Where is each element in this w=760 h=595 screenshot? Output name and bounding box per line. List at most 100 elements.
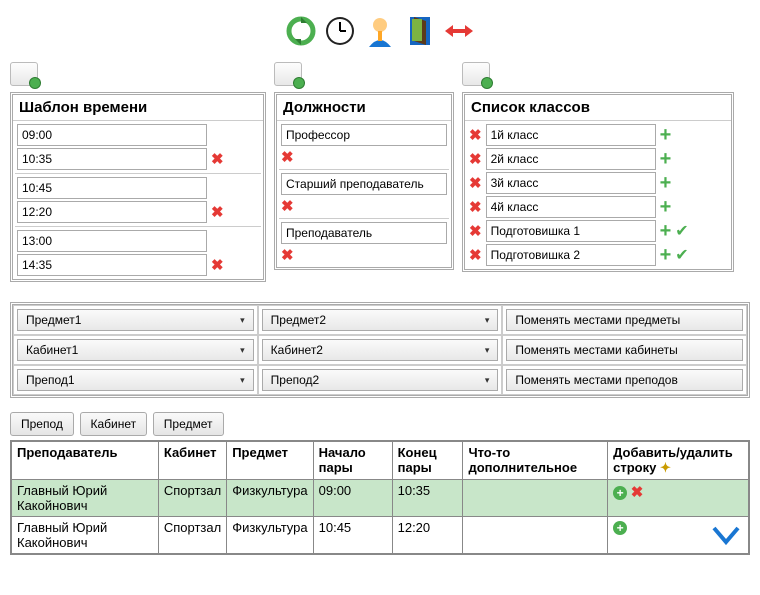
check-icon[interactable]: ✔	[675, 245, 688, 265]
teacher1-dropdown[interactable]: Препод1▾	[17, 369, 254, 391]
new-tab-button[interactable]	[10, 62, 38, 86]
teacher2-dropdown[interactable]: Препод2 ▾	[262, 369, 499, 391]
add-icon[interactable]: +	[660, 248, 672, 262]
schedule-table: Преподаватель Кабинет Предмет Начало пар…	[10, 440, 750, 555]
tab-subject[interactable]: Предмет	[153, 412, 224, 436]
class-input[interactable]	[486, 124, 656, 146]
delete-icon[interactable]: ✖	[281, 197, 294, 215]
time-template-title: Шаблон времени	[13, 95, 263, 121]
user-icon[interactable]	[364, 15, 396, 47]
positions-title: Должности	[277, 95, 451, 121]
delete-icon[interactable]: ✖	[469, 150, 482, 168]
cell-subject: Физкультура	[227, 517, 313, 555]
delete-icon[interactable]: ✖	[211, 203, 224, 221]
add-icon[interactable]: +	[660, 176, 672, 190]
add-icon[interactable]: +	[660, 152, 672, 166]
refresh-icon[interactable]	[285, 15, 317, 47]
room2-label: Кабинет2	[271, 343, 323, 357]
wand-icon: ✦	[660, 460, 671, 475]
col-add: Добавить/удалить строку ✦	[608, 441, 749, 480]
table-row: Главный Юрий КакойновичСпортзалФизкульту…	[11, 517, 749, 555]
room1-dropdown[interactable]: Кабинет1 ▾	[17, 339, 254, 361]
delete-icon[interactable]: ✖	[281, 246, 294, 264]
new-tab-button[interactable]	[462, 62, 490, 86]
cell-end: 10:35	[392, 480, 463, 517]
swap-rooms-button[interactable]: Поменять местами кабинеты	[506, 339, 743, 361]
col-subject: Предмет	[227, 441, 313, 480]
time-start-input[interactable]	[17, 230, 207, 252]
door-icon[interactable]	[404, 15, 436, 47]
add-row-icon[interactable]: +	[613, 521, 627, 535]
swap-subjects-button[interactable]: Поменять местами предметы	[506, 309, 743, 331]
classes-title: Список классов	[465, 95, 731, 121]
subject1-label: Предмет1	[26, 313, 81, 327]
clock-icon[interactable]	[324, 15, 356, 47]
delete-icon[interactable]: ✖	[469, 222, 482, 240]
position-input[interactable]	[281, 124, 447, 146]
classes-panel: Список классов ✖+✖+✖+✖+✖+✔✖+✔	[462, 92, 734, 272]
col-start: Начало пары	[313, 441, 392, 480]
swap-teachers-label: Поменять местами преподов	[515, 373, 677, 387]
delete-icon[interactable]: ✖	[211, 256, 224, 274]
table-row: Главный Юрий КакойновичСпортзалФизкульту…	[11, 480, 749, 517]
dropdown-icon: ▾	[485, 375, 490, 386]
cell-room: Спортзал	[158, 517, 226, 555]
col-teacher: Преподаватель	[11, 441, 158, 480]
class-input[interactable]	[486, 148, 656, 170]
position-input[interactable]	[281, 173, 447, 195]
teacher1-label: Препод1	[26, 373, 75, 387]
time-end-input[interactable]	[17, 201, 207, 223]
time-start-input[interactable]	[17, 124, 207, 146]
cell-end: 12:20	[392, 517, 463, 555]
subject2-label: Предмет2	[271, 313, 326, 327]
tab-room[interactable]: Кабинет	[80, 412, 148, 436]
positions-panel: Должности ✖ ✖ ✖	[274, 92, 454, 270]
class-input[interactable]	[486, 244, 656, 266]
cell-start: 10:45	[313, 517, 392, 555]
tab-teacher[interactable]: Препод	[10, 412, 74, 436]
time-end-input[interactable]	[17, 254, 207, 276]
swap-subjects-label: Поменять местами предметы	[515, 313, 680, 327]
delete-icon[interactable]: ✖	[469, 198, 482, 216]
dropdown-icon: ▾	[240, 345, 245, 356]
position-input[interactable]	[281, 222, 447, 244]
add-icon[interactable]: +	[660, 200, 672, 214]
dropdown-icon: ▾	[240, 315, 245, 326]
schedule-tabs: Препод Кабинет Предмет	[10, 412, 750, 436]
time-template-panel: Шаблон времени ✖ ✖ ✖	[10, 92, 266, 282]
class-input[interactable]	[486, 196, 656, 218]
cell-teacher: Главный Юрий Какойнович	[11, 517, 158, 555]
cell-subject: Физкультура	[227, 480, 313, 517]
panels-row: Шаблон времени ✖ ✖ ✖ Должности ✖ ✖ ✖ Список …	[10, 62, 750, 282]
delete-icon[interactable]: ✖	[469, 246, 482, 264]
main-toolbar	[10, 10, 750, 62]
delete-icon[interactable]: ✖	[281, 148, 294, 166]
swap-teachers-button[interactable]: Поменять местами преподов	[506, 369, 743, 391]
add-icon[interactable]: +	[660, 224, 672, 238]
room1-label: Кабинет1	[26, 343, 78, 357]
scroll-down-icon[interactable]	[712, 526, 740, 549]
delete-icon[interactable]: ✖	[211, 150, 224, 168]
delete-row-icon[interactable]: ✖	[631, 484, 644, 501]
time-start-input[interactable]	[17, 177, 207, 199]
teacher2-label: Препод2	[271, 373, 320, 387]
time-end-input[interactable]	[17, 148, 207, 170]
check-icon[interactable]: ✔	[675, 221, 688, 241]
cell-extra	[463, 517, 608, 555]
resize-icon[interactable]	[443, 15, 475, 47]
delete-icon[interactable]: ✖	[469, 126, 482, 144]
cell-teacher: Главный Юрий Какойнович	[11, 480, 158, 517]
dropdown-icon: ▾	[485, 345, 490, 356]
room2-dropdown[interactable]: Кабинет2 ▾	[262, 339, 499, 361]
subject1-dropdown[interactable]: Предмет1 ▾	[17, 309, 254, 331]
add-row-icon[interactable]: +	[613, 486, 627, 500]
add-icon[interactable]: +	[660, 128, 672, 142]
dropdown-icon: ▾	[485, 315, 490, 326]
delete-icon[interactable]: ✖	[469, 174, 482, 192]
class-input[interactable]	[486, 220, 656, 242]
subject2-dropdown[interactable]: Предмет2 ▾	[262, 309, 499, 331]
col-room: Кабинет	[158, 441, 226, 480]
class-input[interactable]	[486, 172, 656, 194]
col-extra: Что-то дополнительное	[463, 441, 608, 480]
new-tab-button[interactable]	[274, 62, 302, 86]
